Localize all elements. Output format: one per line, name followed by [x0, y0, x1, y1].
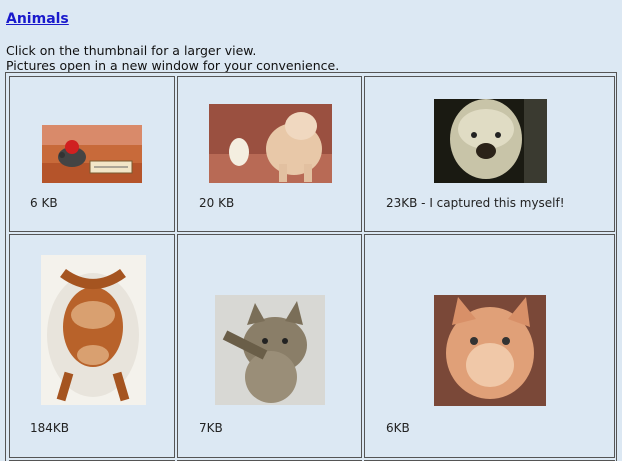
thumbnail-table: 6 KB 20 KB 23KB - I captured this myself…	[5, 72, 617, 461]
roast-chicken-thumbnail[interactable]	[41, 255, 146, 405]
file-size-caption: 6KB	[386, 421, 410, 435]
intro-line-2: Pictures open in a new window for your c…	[6, 58, 340, 73]
page-title-link[interactable]: Animals	[6, 11, 69, 27]
file-size-caption: 20 KB	[199, 196, 235, 210]
tabby-cat-thumbnail[interactable]	[215, 295, 325, 405]
gallery-cell: 6 KB	[9, 76, 175, 232]
intro-line-1: Click on the thumbnail for a larger view…	[6, 43, 257, 58]
gallery-cell: 6KB	[364, 234, 615, 458]
shar-pei-thumbnail[interactable]	[209, 104, 332, 183]
mouse-trap-thumbnail[interactable]	[42, 125, 142, 183]
file-size-caption: 184KB	[30, 421, 70, 435]
shar-pei-dog-photo-icon	[209, 104, 332, 183]
gallery-cell: 20 KB	[177, 76, 362, 232]
shaggy-dog-photo-icon	[434, 99, 547, 183]
file-size-caption: 23KB - I captured this myself!	[386, 196, 565, 210]
gallery-cell: 23KB - I captured this myself!	[364, 76, 615, 232]
file-size-caption: 6 KB	[30, 196, 58, 210]
orange-kitten-thumbnail[interactable]	[434, 295, 546, 406]
gallery-cell: 7KB	[177, 234, 362, 458]
gallery-cell: 184KB	[9, 234, 175, 458]
roast-chicken-bikini-photo-icon	[41, 255, 146, 405]
tabby-cat-photo-icon	[215, 295, 325, 405]
orange-kitten-photo-icon	[434, 295, 546, 406]
mouse-trap-photo-icon	[42, 125, 142, 183]
shaggy-dog-thumbnail[interactable]	[434, 99, 547, 183]
intro-text: Click on the thumbnail for a larger view…	[6, 43, 339, 73]
file-size-caption: 7KB	[199, 421, 223, 435]
